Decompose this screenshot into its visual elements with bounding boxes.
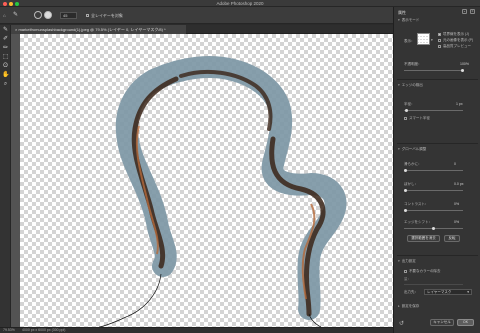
smooth-label: 滑らかに： (404, 162, 422, 166)
document-tab-label: markelfromunsplashbackground(1).jpeg @ 7… (18, 27, 166, 32)
hand-tool-icon[interactable]: ✋ (2, 72, 9, 79)
home-icon[interactable]: ⌂ (3, 12, 6, 19)
view-label: 表示： (404, 39, 415, 43)
smooth-slider[interactable] (404, 169, 463, 172)
reset-icon[interactable]: ↺ (399, 320, 404, 327)
divider (397, 143, 478, 144)
properties-panel: 属性 » ≡ ▾ 表示モード 表示： ▾ 境界線を表示 (J) 元の画像を表示 (… (393, 7, 480, 333)
section-global-refinements[interactable]: ▾ グローバル調整 (398, 147, 426, 152)
add-brush-mode-icon[interactable] (34, 11, 42, 19)
panel-menu-icon[interactable]: ≡ (470, 9, 475, 14)
hq-preview-label: 高品質プレビュー (443, 44, 471, 48)
smart-radius-checkbox[interactable] (404, 117, 407, 120)
radius-slider[interactable] (404, 109, 463, 112)
hair-mask-overlay (98, 56, 347, 327)
shift-edge-slider-knob[interactable] (432, 227, 435, 230)
object-selection-icon[interactable]: ⬚ (2, 54, 9, 61)
radius-slider-knob[interactable] (405, 109, 408, 112)
section-view-mode[interactable]: ▾ 表示モード (398, 18, 419, 23)
opacity-slider[interactable] (404, 69, 464, 72)
zoom-tool-icon[interactable]: ⌕ (2, 81, 9, 88)
sample-all-layers-checkbox[interactable] (86, 14, 89, 17)
chevron-right-icon: ▸ (398, 304, 400, 308)
document-info: 4000 px x 6000 px (300 ppi) (22, 328, 66, 332)
quick-selection-tool-icon[interactable]: ✎ (2, 27, 9, 34)
contrast-value[interactable]: 0% (454, 202, 459, 206)
radius-value[interactable]: 1 px (456, 102, 463, 106)
feather-slider-knob[interactable] (404, 189, 407, 192)
brush-tool-icon[interactable]: ✏ (2, 45, 9, 52)
panel-title: 属性 (398, 10, 406, 15)
view-dropdown-chevron-icon[interactable]: ▾ (431, 38, 433, 42)
chevron-down-icon: ▾ (398, 259, 400, 263)
refine-edge-brush-icon[interactable]: ✐ (2, 36, 9, 43)
output-to-label: 出力先： (404, 290, 418, 294)
show-original-checkbox[interactable] (438, 39, 441, 42)
tools-panel: ✎ ✐ ✏ ⬚ ʘ ✋ ⌕ (0, 25, 11, 333)
chevron-down-icon: ▾ (467, 290, 469, 294)
collapse-panel-icon[interactable]: » (462, 9, 467, 14)
zoom-level[interactable]: 79.53% (3, 328, 15, 333)
opacity-label: 不透明度： (404, 62, 422, 66)
chevron-down-icon: ▾ (398, 147, 400, 151)
show-edge-checkbox[interactable] (438, 33, 441, 36)
opacity-value[interactable]: 100% (460, 62, 469, 66)
shift-edge-value[interactable]: 0% (454, 220, 459, 224)
opacity-slider-knob[interactable] (461, 69, 464, 72)
view-thumbnail[interactable] (417, 33, 430, 45)
ok-button[interactable]: OK (457, 319, 474, 326)
section-remember-settings[interactable]: ▸ 設定を保存 (398, 304, 419, 309)
show-original-label: 元の画像を表示 (P) (443, 38, 474, 42)
contrast-slider[interactable] (404, 209, 463, 212)
contrast-label: コントラスト： (404, 202, 429, 206)
brush-tool-icon[interactable]: ✎ (13, 12, 18, 19)
shift-edge-slider[interactable] (404, 227, 463, 230)
decontaminate-label: 不要なカラーの除去 (409, 269, 441, 273)
show-edge-label: 境界線を表示 (J) (443, 32, 470, 36)
document-tab[interactable]: × markelfromunsplashbackground(1).jpeg @… (11, 25, 186, 34)
brush-preset-icon[interactable] (44, 11, 52, 19)
hq-preview-checkbox[interactable] (438, 45, 441, 48)
brush-size-field[interactable]: 45 (60, 12, 77, 19)
chevron-down-icon: ▾ (398, 83, 400, 87)
feather-value[interactable]: 0.0 px (454, 182, 464, 186)
divider (397, 79, 478, 80)
window-titlebar: Adobe Photoshop 2020 (0, 0, 480, 7)
document-tabbar: × markelfromunsplashbackground(1).jpeg @… (11, 25, 393, 34)
lasso-tool-icon[interactable]: ʘ (2, 63, 9, 70)
output-to-value: レイヤーマスク (427, 290, 452, 294)
invert-button[interactable]: 反転 (444, 235, 460, 242)
output-to-dropdown[interactable]: レイヤーマスク ▾ (424, 289, 472, 295)
amount-slider[interactable] (404, 284, 463, 285)
amount-label: 量： (404, 277, 411, 281)
section-edge-detection[interactable]: ▾ エッジの検出 (398, 83, 423, 88)
section-output-settings[interactable]: ▾ 出力設定 (398, 259, 416, 264)
cancel-button[interactable]: キャンセル (430, 319, 454, 326)
chevron-down-icon: ▾ (398, 18, 400, 22)
clear-selection-button[interactable]: 選択範囲を消去 (407, 235, 440, 242)
shift-edge-label: エッジをシフト： (404, 220, 432, 224)
canvas-area[interactable] (11, 34, 393, 327)
sample-all-layers-label: 全レイヤーを対象 (91, 13, 123, 18)
brush-size-value: 45 (63, 13, 68, 18)
smart-radius-label: スマート半径 (409, 116, 430, 120)
smooth-slider-knob[interactable] (404, 169, 407, 172)
window-title: Adobe Photoshop 2020 (216, 1, 264, 6)
contrast-slider-knob[interactable] (404, 209, 407, 212)
decontaminate-checkbox[interactable] (404, 270, 407, 273)
divider (397, 255, 478, 256)
feather-label: ぼかし： (404, 182, 418, 186)
subject-outline (98, 273, 322, 327)
status-bar: 79.53% 4000 px x 6000 px (300 ppi) (0, 327, 393, 333)
smooth-value[interactable]: 0 (454, 162, 456, 166)
feather-slider[interactable] (404, 189, 463, 192)
radius-label: 半径： (404, 102, 415, 106)
